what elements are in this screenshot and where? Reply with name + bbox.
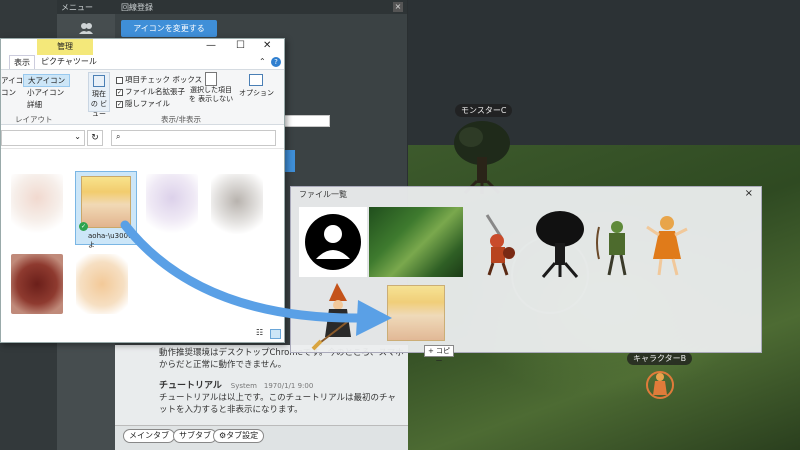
- details-view-icon[interactable]: ☷: [256, 328, 263, 337]
- close-icon[interactable]: ✕: [263, 40, 277, 51]
- tree-monster-sprite[interactable]: [531, 207, 589, 279]
- tab-main[interactable]: メインタブ: [123, 429, 175, 443]
- file-extensions-label: ファイル名拡張子: [125, 87, 185, 96]
- chat-panel-close-icon[interactable]: ×: [393, 2, 403, 12]
- file-list-title: ファイル一覧: [299, 190, 347, 199]
- current-view-label: 現在の ビュー: [90, 90, 108, 118]
- address-bar[interactable]: ⌄: [1, 130, 85, 146]
- users-icon[interactable]: [79, 22, 93, 34]
- hidden-files-toggle[interactable]: ✓ 隠しファイル: [116, 98, 170, 109]
- options-label: オプション: [239, 89, 274, 97]
- hidden-files-label: 隠しファイル: [125, 99, 170, 108]
- hide-selected-button[interactable]: 選択した項目を 表示しない: [187, 72, 235, 112]
- character-b-nameplate: キャラクターB: [627, 352, 693, 365]
- chevron-up-icon[interactable]: ⌃: [259, 57, 266, 66]
- monster-c-token[interactable]: [447, 115, 517, 195]
- tab-view[interactable]: 表示: [9, 55, 35, 69]
- search-input[interactable]: ⌕: [111, 130, 276, 146]
- goblin-warrior-sprite[interactable]: [467, 207, 529, 279]
- avatar-image: [81, 176, 131, 228]
- character-b-token[interactable]: [645, 365, 675, 405]
- file-thumbnail[interactable]: [146, 174, 198, 234]
- current-view-button[interactable]: 現在の ビュー: [88, 72, 110, 118]
- file-thumbnail[interactable]: [211, 174, 263, 234]
- file-name: aoha-\u3000よ: [88, 232, 133, 249]
- chat-message-header: チュートリアル System 1970/1/1 9:00: [159, 378, 313, 391]
- chevron-down-icon[interactable]: ⌄: [74, 132, 81, 141]
- file-thumbnail[interactable]: [11, 174, 63, 234]
- view-grid-icon: [93, 75, 105, 87]
- layout-option-medium[interactable]: コン: [1, 87, 16, 98]
- forest-background-thumbnail[interactable]: [369, 207, 463, 277]
- checkbox-checked: ✓: [116, 88, 123, 96]
- dragged-avatar-preview: [387, 285, 445, 341]
- change-icon-button[interactable]: アイコンを変更する: [121, 20, 217, 37]
- file-item[interactable]: [299, 207, 367, 277]
- check-icon: ✓: [79, 222, 88, 231]
- address-bar-row: ⌄ ↻ ⌕: [1, 127, 284, 149]
- large-icons-view-icon[interactable]: [270, 329, 281, 339]
- file-thumbnail-selected[interactable]: ✓ aoha-\u3000よ: [75, 171, 137, 249]
- file-thumbnail[interactable]: [76, 254, 128, 314]
- help-icon[interactable]: ?: [271, 57, 281, 67]
- chat-panel-title: 回線登録: [115, 0, 407, 14]
- dancer-girl-sprite[interactable]: [641, 207, 691, 279]
- tab-sub[interactable]: サブタブ: [173, 429, 217, 443]
- tab-settings-label: タブ設定: [226, 431, 259, 440]
- file-list-close-icon[interactable]: ×: [745, 188, 753, 199]
- copy-drag-hint: + コピー: [424, 345, 454, 365]
- checkbox-unchecked: [116, 76, 123, 84]
- ribbon-body: アイコン 大アイコン コン 小アイコン 詳細 レイアウト 現在の ビュー 項目チ…: [1, 69, 284, 125]
- options-button[interactable]: オプション: [239, 72, 274, 112]
- options-icon: [249, 74, 263, 86]
- file-list-dialog: ファイル一覧 ×: [290, 186, 762, 353]
- layout-option-small-icons[interactable]: 小アイコン: [27, 87, 64, 98]
- maximize-icon[interactable]: ☐: [236, 40, 250, 51]
- hide-selected-label: 選択した項目を 表示しない: [188, 86, 234, 103]
- tab-settings[interactable]: ⚙タブ設定: [213, 429, 265, 443]
- minimize-icon[interactable]: —: [206, 40, 220, 51]
- checkbox-checked: ✓: [116, 100, 123, 108]
- hide-document-icon: [205, 72, 217, 86]
- chat-message-sender: チュートリアル: [159, 381, 222, 391]
- tab-picture-tools[interactable]: ピクチャツール: [37, 55, 101, 69]
- layout-option-large-icons[interactable]: 大アイコン: [23, 74, 71, 87]
- ribbon-tabs: 表示 ピクチャツール ⌃ ?: [1, 55, 284, 69]
- chat-message-area: 動作推奨環境はデスクトップChromeです。今のところ、スマホからだと正常に動作…: [115, 345, 408, 425]
- file-extensions-toggle[interactable]: ✓ ファイル名拡張子: [116, 86, 185, 97]
- chat-tab-bar: メインタブ サブタブ ⚙タブ設定: [115, 425, 408, 450]
- witch-sprite[interactable]: [311, 279, 367, 351]
- file-thumbnail[interactable]: [11, 254, 63, 314]
- layout-option-details[interactable]: 詳細: [27, 99, 42, 110]
- search-icon: ⌕: [116, 132, 121, 141]
- show-hide-group-label: 表示/非表示: [161, 115, 202, 124]
- refresh-button[interactable]: ↻: [87, 130, 103, 146]
- file-explorer-window: 管理 — ☐ ✕ 表示 ピクチャツール ⌃ ? アイコン 大アイコン コン 小ア…: [0, 38, 285, 343]
- layout-group-label: レイアウト: [15, 115, 53, 124]
- chat-message-text: チュートリアルは以上です。このチュートリアルは最初のチャットを入力すると非表示に…: [159, 393, 396, 415]
- sidebar-header: メニュー: [57, 0, 115, 14]
- tab-manage[interactable]: 管理: [37, 39, 93, 55]
- default-user-icon: [305, 214, 361, 270]
- chat-message-meta: System 1970/1/1 9:00: [230, 382, 314, 390]
- orc-archer-sprite[interactable]: [591, 207, 639, 279]
